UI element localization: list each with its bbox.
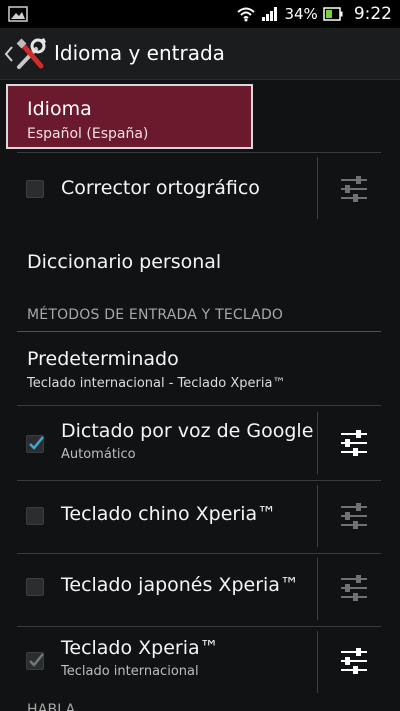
google-voice-label: Dictado por voz de Google — [61, 420, 314, 442]
divider — [317, 631, 318, 693]
settings-sliders-icon[interactable] — [339, 501, 369, 531]
battery-percent: 34% — [284, 5, 318, 23]
settings-sliders-icon[interactable] — [339, 646, 369, 676]
page-title: Idioma y entrada — [54, 41, 225, 65]
google-voice-sub: Automático — [61, 447, 136, 462]
japanese-keyboard-checkbox[interactable] — [26, 578, 44, 596]
xperia-keyboard-label: Teclado Xperia™ — [61, 637, 219, 659]
divider — [317, 157, 318, 219]
status-bar: 34% 9:22 — [0, 0, 400, 28]
signal-icon — [262, 7, 278, 21]
language-item[interactable]: Idioma Español (España) — [6, 84, 253, 149]
input-method-google-voice[interactable]: Dictado por voz de Google Automático — [0, 406, 400, 480]
input-method-japanese[interactable]: Teclado japonés Xperia™ — [0, 554, 400, 626]
wifi-icon — [237, 7, 256, 22]
divider — [17, 152, 381, 153]
personal-dictionary-label: Diccionario personal — [27, 251, 222, 273]
settings-sliders-icon[interactable] — [339, 573, 369, 603]
language-title: Idioma — [27, 98, 92, 120]
picture-icon — [8, 6, 28, 22]
section-header-speech: HABLA — [27, 702, 76, 711]
action-bar: Idioma y entrada — [0, 28, 400, 80]
input-method-chinese[interactable]: Teclado chino Xperia™ — [0, 481, 400, 553]
personal-dictionary-item[interactable]: Diccionario personal — [0, 227, 400, 299]
battery-icon — [323, 7, 343, 21]
xperia-keyboard-checkbox[interactable] — [26, 652, 44, 670]
divider — [317, 485, 318, 547]
divider — [317, 558, 318, 620]
checkmark-icon — [29, 436, 44, 450]
checkmark-icon — [29, 653, 44, 667]
xperia-keyboard-sub: Teclado internacional — [61, 664, 199, 679]
default-input-item[interactable]: Predeterminado Teclado internacional - T… — [0, 333, 400, 405]
clock: 9:22 — [353, 4, 392, 24]
default-input-value: Teclado internacional - Teclado Xperia™ — [27, 376, 286, 391]
default-input-title: Predeterminado — [27, 348, 179, 370]
chinese-keyboard-checkbox[interactable] — [26, 507, 44, 525]
japanese-keyboard-label: Teclado japonés Xperia™ — [61, 574, 299, 596]
divider — [17, 331, 381, 332]
spellchecker-checkbox[interactable] — [26, 180, 44, 198]
chinese-keyboard-label: Teclado chino Xperia™ — [61, 503, 277, 525]
language-value: Español (España) — [27, 126, 149, 142]
spellchecker-label: Corrector ortográfico — [61, 177, 260, 199]
divider — [317, 412, 318, 474]
settings-list: Idioma Español (España) Corrector ortogr… — [0, 81, 400, 711]
google-voice-checkbox[interactable] — [26, 435, 44, 453]
settings-sliders-icon[interactable] — [339, 428, 369, 458]
section-header-input-methods: MÉTODOS DE ENTRADA Y TECLADO — [27, 307, 284, 323]
settings-tools-icon[interactable] — [14, 36, 48, 72]
input-method-xperia[interactable]: Teclado Xperia™ Teclado internacional — [0, 627, 400, 701]
back-chevron-icon[interactable] — [4, 44, 14, 64]
settings-sliders-icon[interactable] — [339, 174, 369, 204]
